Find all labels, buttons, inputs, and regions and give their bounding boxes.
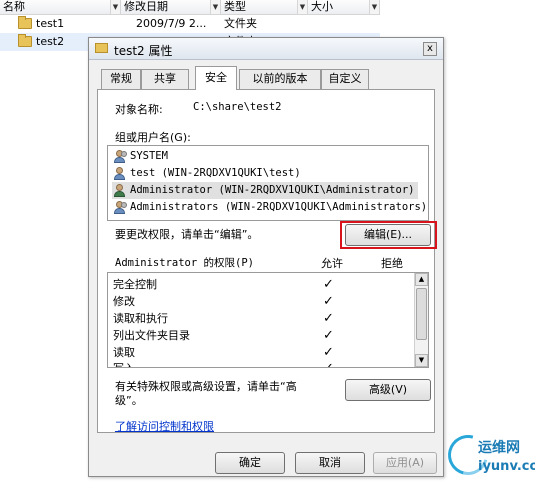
- chevron-down-icon[interactable]: ▼: [369, 0, 379, 14]
- list-item-system[interactable]: SYSTEM: [112, 148, 172, 165]
- user-name: Administrators (WIN-2RQDXV1QUKI\Administ…: [130, 201, 428, 213]
- watermark-text-en: iyunv.com: [478, 459, 535, 474]
- group-icon: [113, 201, 127, 214]
- column-type-label: 类型: [224, 0, 246, 13]
- watermark-logo: 运维网 iyunv.com: [440, 427, 535, 484]
- object-name-label: 对象名称:: [115, 103, 163, 116]
- admin-user-icon: [113, 184, 127, 197]
- group-icon: [113, 150, 127, 163]
- permission-name: 读取: [113, 346, 135, 359]
- user-name: Administrator (WIN-2RQDXV1QUKI\Administr…: [130, 184, 415, 196]
- apply-button[interactable]: 应用(A): [373, 452, 437, 474]
- check-icon: ✓: [323, 328, 334, 343]
- column-date-label: 修改日期: [124, 0, 168, 13]
- object-name-value: C:\share\test2: [193, 101, 282, 113]
- permissions-header: Administrator 的权限(P): [115, 257, 254, 269]
- tab-label: 以前的版本: [252, 72, 308, 85]
- permissions-list[interactable]: 完全控制 ✓ 修改 ✓ 读取和执行 ✓ 列出文件夹目录 ✓ 读取 ✓ 写入 ✓ …: [107, 272, 429, 368]
- file-type: 文件夹: [224, 17, 257, 30]
- file-name: test2: [36, 35, 65, 48]
- file-date: 2009/7/9 2...: [136, 17, 207, 30]
- folder-icon: [18, 34, 32, 47]
- tab-customize[interactable]: 自定义: [321, 69, 369, 89]
- tab-sharing[interactable]: 共享: [141, 69, 189, 89]
- column-header: 名称 ▼ 修改日期 ▼ 类型 ▼ 大小 ▼: [0, 0, 380, 15]
- check-icon: ✓: [323, 294, 334, 309]
- edit-button[interactable]: 编辑(E)...: [345, 224, 431, 246]
- properties-dialog: test2 属性 x 常规 共享 安全 以前的版本 自定义 对象名称: C:\s…: [88, 37, 444, 477]
- special-permissions-hint-cont: 级”。: [115, 394, 143, 407]
- tab-label: 共享: [154, 72, 176, 85]
- permission-name: 列出文件夹目录: [113, 329, 190, 342]
- list-item: 完全控制 ✓: [108, 276, 416, 293]
- column-size[interactable]: 大小 ▼: [308, 0, 380, 15]
- tab-label: 自定义: [328, 72, 362, 85]
- chevron-down-icon[interactable]: ▼: [210, 0, 220, 14]
- watermark-text-cn: 运维网: [478, 440, 520, 456]
- column-size-label: 大小: [311, 0, 333, 13]
- permission-name: 完全控制: [113, 278, 157, 291]
- list-item-administrator[interactable]: Administrator (WIN-2RQDXV1QUKI\Administr…: [112, 182, 419, 199]
- users-list[interactable]: SYSTEM test (WIN-2RQDXV1QUKI\test) Admin…: [107, 145, 429, 221]
- column-date[interactable]: 修改日期 ▼: [121, 0, 221, 15]
- access-control-help-link[interactable]: 了解访问控制和权限: [115, 418, 214, 434]
- folder-icon: [18, 16, 32, 29]
- scroll-down-icon[interactable]: ▼: [415, 354, 428, 367]
- user-name: test (WIN-2RQDXV1QUKI\test): [130, 167, 301, 179]
- tab-security[interactable]: 安全: [195, 66, 237, 90]
- scroll-up-icon[interactable]: ▲: [415, 273, 428, 286]
- scroll-thumb[interactable]: [416, 288, 427, 340]
- scrollbar[interactable]: ▲ ▼: [414, 273, 428, 367]
- chevron-down-icon[interactable]: ▼: [110, 0, 120, 14]
- user-name: SYSTEM: [130, 150, 168, 162]
- list-item: 读取 ✓: [108, 344, 416, 361]
- user-icon: [113, 167, 127, 180]
- list-item: 修改 ✓: [108, 293, 416, 310]
- tab-general[interactable]: 常规: [101, 69, 141, 89]
- folder-icon: [95, 43, 108, 53]
- list-item: 读取和执行 ✓: [108, 310, 416, 327]
- cancel-button[interactable]: 取消: [295, 452, 365, 474]
- check-icon: ✓: [323, 311, 334, 326]
- list-item-test[interactable]: test (WIN-2RQDXV1QUKI\test): [112, 165, 305, 182]
- group-users-label: 组或用户名(G):: [115, 131, 191, 144]
- tab-previous-versions[interactable]: 以前的版本: [239, 69, 321, 89]
- change-permissions-hint: 要更改权限，请单击“编辑”。: [115, 228, 259, 241]
- check-icon: ✓: [323, 360, 334, 367]
- dialog-title: test2 属性: [114, 44, 173, 58]
- file-row-test1[interactable]: test1 2009/7/9 2... 文件夹: [0, 15, 380, 33]
- close-icon[interactable]: x: [423, 42, 437, 56]
- chevron-down-icon[interactable]: ▼: [297, 0, 307, 14]
- allow-header: 允许: [321, 257, 343, 270]
- tab-label: 常规: [110, 72, 132, 85]
- check-icon: ✓: [323, 345, 334, 360]
- file-name: test1: [36, 17, 65, 30]
- permission-name: 修改: [113, 295, 135, 308]
- deny-header: 拒绝: [381, 257, 403, 270]
- check-icon: ✓: [323, 277, 334, 292]
- tab-label: 安全: [205, 71, 227, 84]
- column-name[interactable]: 名称 ▼: [0, 0, 121, 15]
- permission-name: 读取和执行: [113, 312, 168, 325]
- permission-name: 写入: [113, 360, 135, 367]
- list-item: 写入 ✓: [108, 360, 416, 367]
- list-item: 列出文件夹目录 ✓: [108, 327, 416, 344]
- advanced-button[interactable]: 高级(V): [345, 379, 431, 401]
- dialog-titlebar[interactable]: test2 属性 x: [89, 38, 443, 60]
- ok-button[interactable]: 确定: [215, 452, 285, 474]
- column-type[interactable]: 类型 ▼: [221, 0, 308, 15]
- list-item-administrators[interactable]: Administrators (WIN-2RQDXV1QUKI\Administ…: [112, 199, 431, 216]
- column-name-label: 名称: [3, 0, 25, 13]
